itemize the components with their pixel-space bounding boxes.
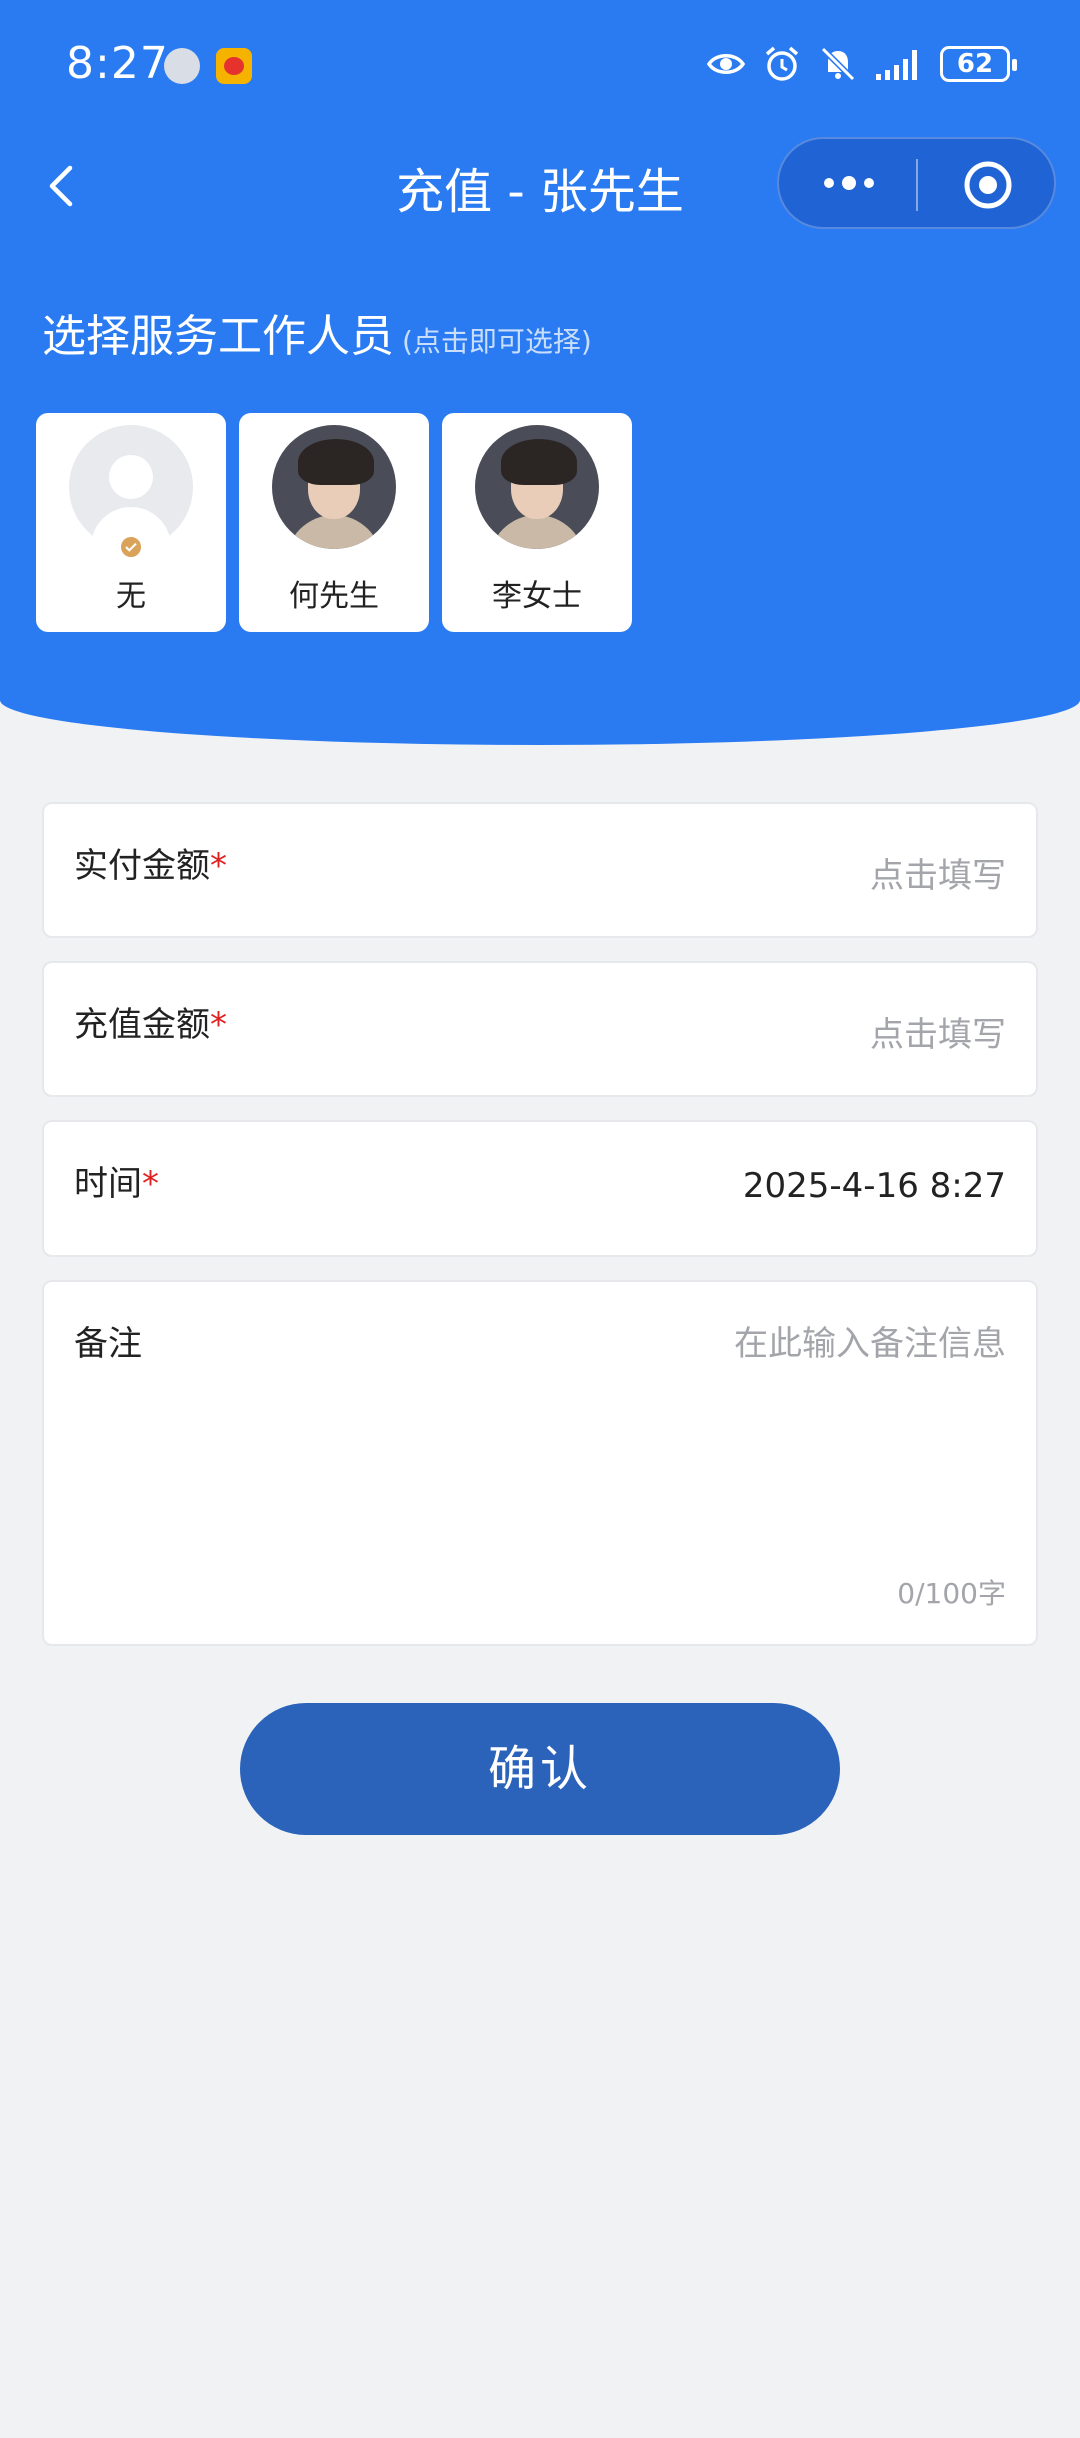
staff-section-hint: (点击即可选择): [402, 325, 592, 358]
recharge-amount-input[interactable]: 点击填写: [870, 1007, 1006, 1056]
capsule-divider: [916, 159, 918, 211]
staff-name: 李女士: [492, 579, 582, 614]
staff-card-he[interactable]: 何先生: [239, 413, 429, 632]
status-time: 8:27: [66, 38, 169, 89]
check-badge-icon: [119, 535, 143, 559]
time-picker[interactable]: 2025-4-16 8:27: [743, 1166, 1006, 1206]
staff-name: 何先生: [289, 579, 379, 614]
more-dots-icon[interactable]: [819, 163, 879, 203]
app-avatar-icon: [164, 48, 200, 84]
confirm-button[interactable]: 确认: [240, 1703, 840, 1835]
person-avatar: [475, 425, 599, 549]
staff-section-heading: 选择服务工作人员: [42, 311, 394, 362]
default-avatar: [69, 425, 193, 549]
signal-icon: [876, 50, 917, 80]
time-label: 时间*: [74, 1164, 159, 1204]
paid-amount-field[interactable]: 实付金额* 点击填写: [42, 802, 1038, 938]
remark-textarea[interactable]: 在此输入备注信息: [734, 1316, 1006, 1365]
nav-bar: 充值 - 张先生: [0, 130, 1080, 240]
recharge-amount-label: 充值金额*: [74, 1005, 227, 1045]
mute-bell-icon: [820, 46, 856, 82]
alarm-icon: [765, 46, 799, 81]
target-circle-icon[interactable]: [962, 159, 1014, 211]
eye-icon: [706, 54, 746, 74]
remark-label: 备注: [74, 1324, 142, 1364]
paid-amount-label: 实付金额*: [74, 846, 227, 886]
staff-name: 无: [116, 579, 146, 614]
time-field[interactable]: 时间* 2025-4-16 8:27: [42, 1120, 1038, 1257]
required-mark: *: [210, 846, 227, 886]
person-avatar: [272, 425, 396, 549]
battery-icon: 62: [940, 46, 1017, 82]
remark-char-counter: 0/100字: [897, 1577, 1006, 1610]
required-mark: *: [142, 1164, 159, 1204]
mini-program-capsule: [777, 137, 1056, 229]
status-bar: 8:27 62: [0, 0, 1080, 130]
staff-card-none[interactable]: 无: [36, 413, 226, 632]
required-mark: *: [210, 1005, 227, 1045]
staff-card-li[interactable]: 李女士: [442, 413, 632, 632]
recharge-amount-field[interactable]: 充值金额* 点击填写: [42, 961, 1038, 1097]
remark-field[interactable]: 备注 在此输入备注信息 0/100字: [42, 1280, 1038, 1646]
staff-section-title: 选择服务工作人员 (点击即可选择): [42, 300, 592, 364]
weibo-icon: [216, 48, 252, 84]
staff-list: 无 何先生 李女士: [36, 413, 632, 632]
paid-amount-input[interactable]: 点击填写: [870, 848, 1006, 897]
